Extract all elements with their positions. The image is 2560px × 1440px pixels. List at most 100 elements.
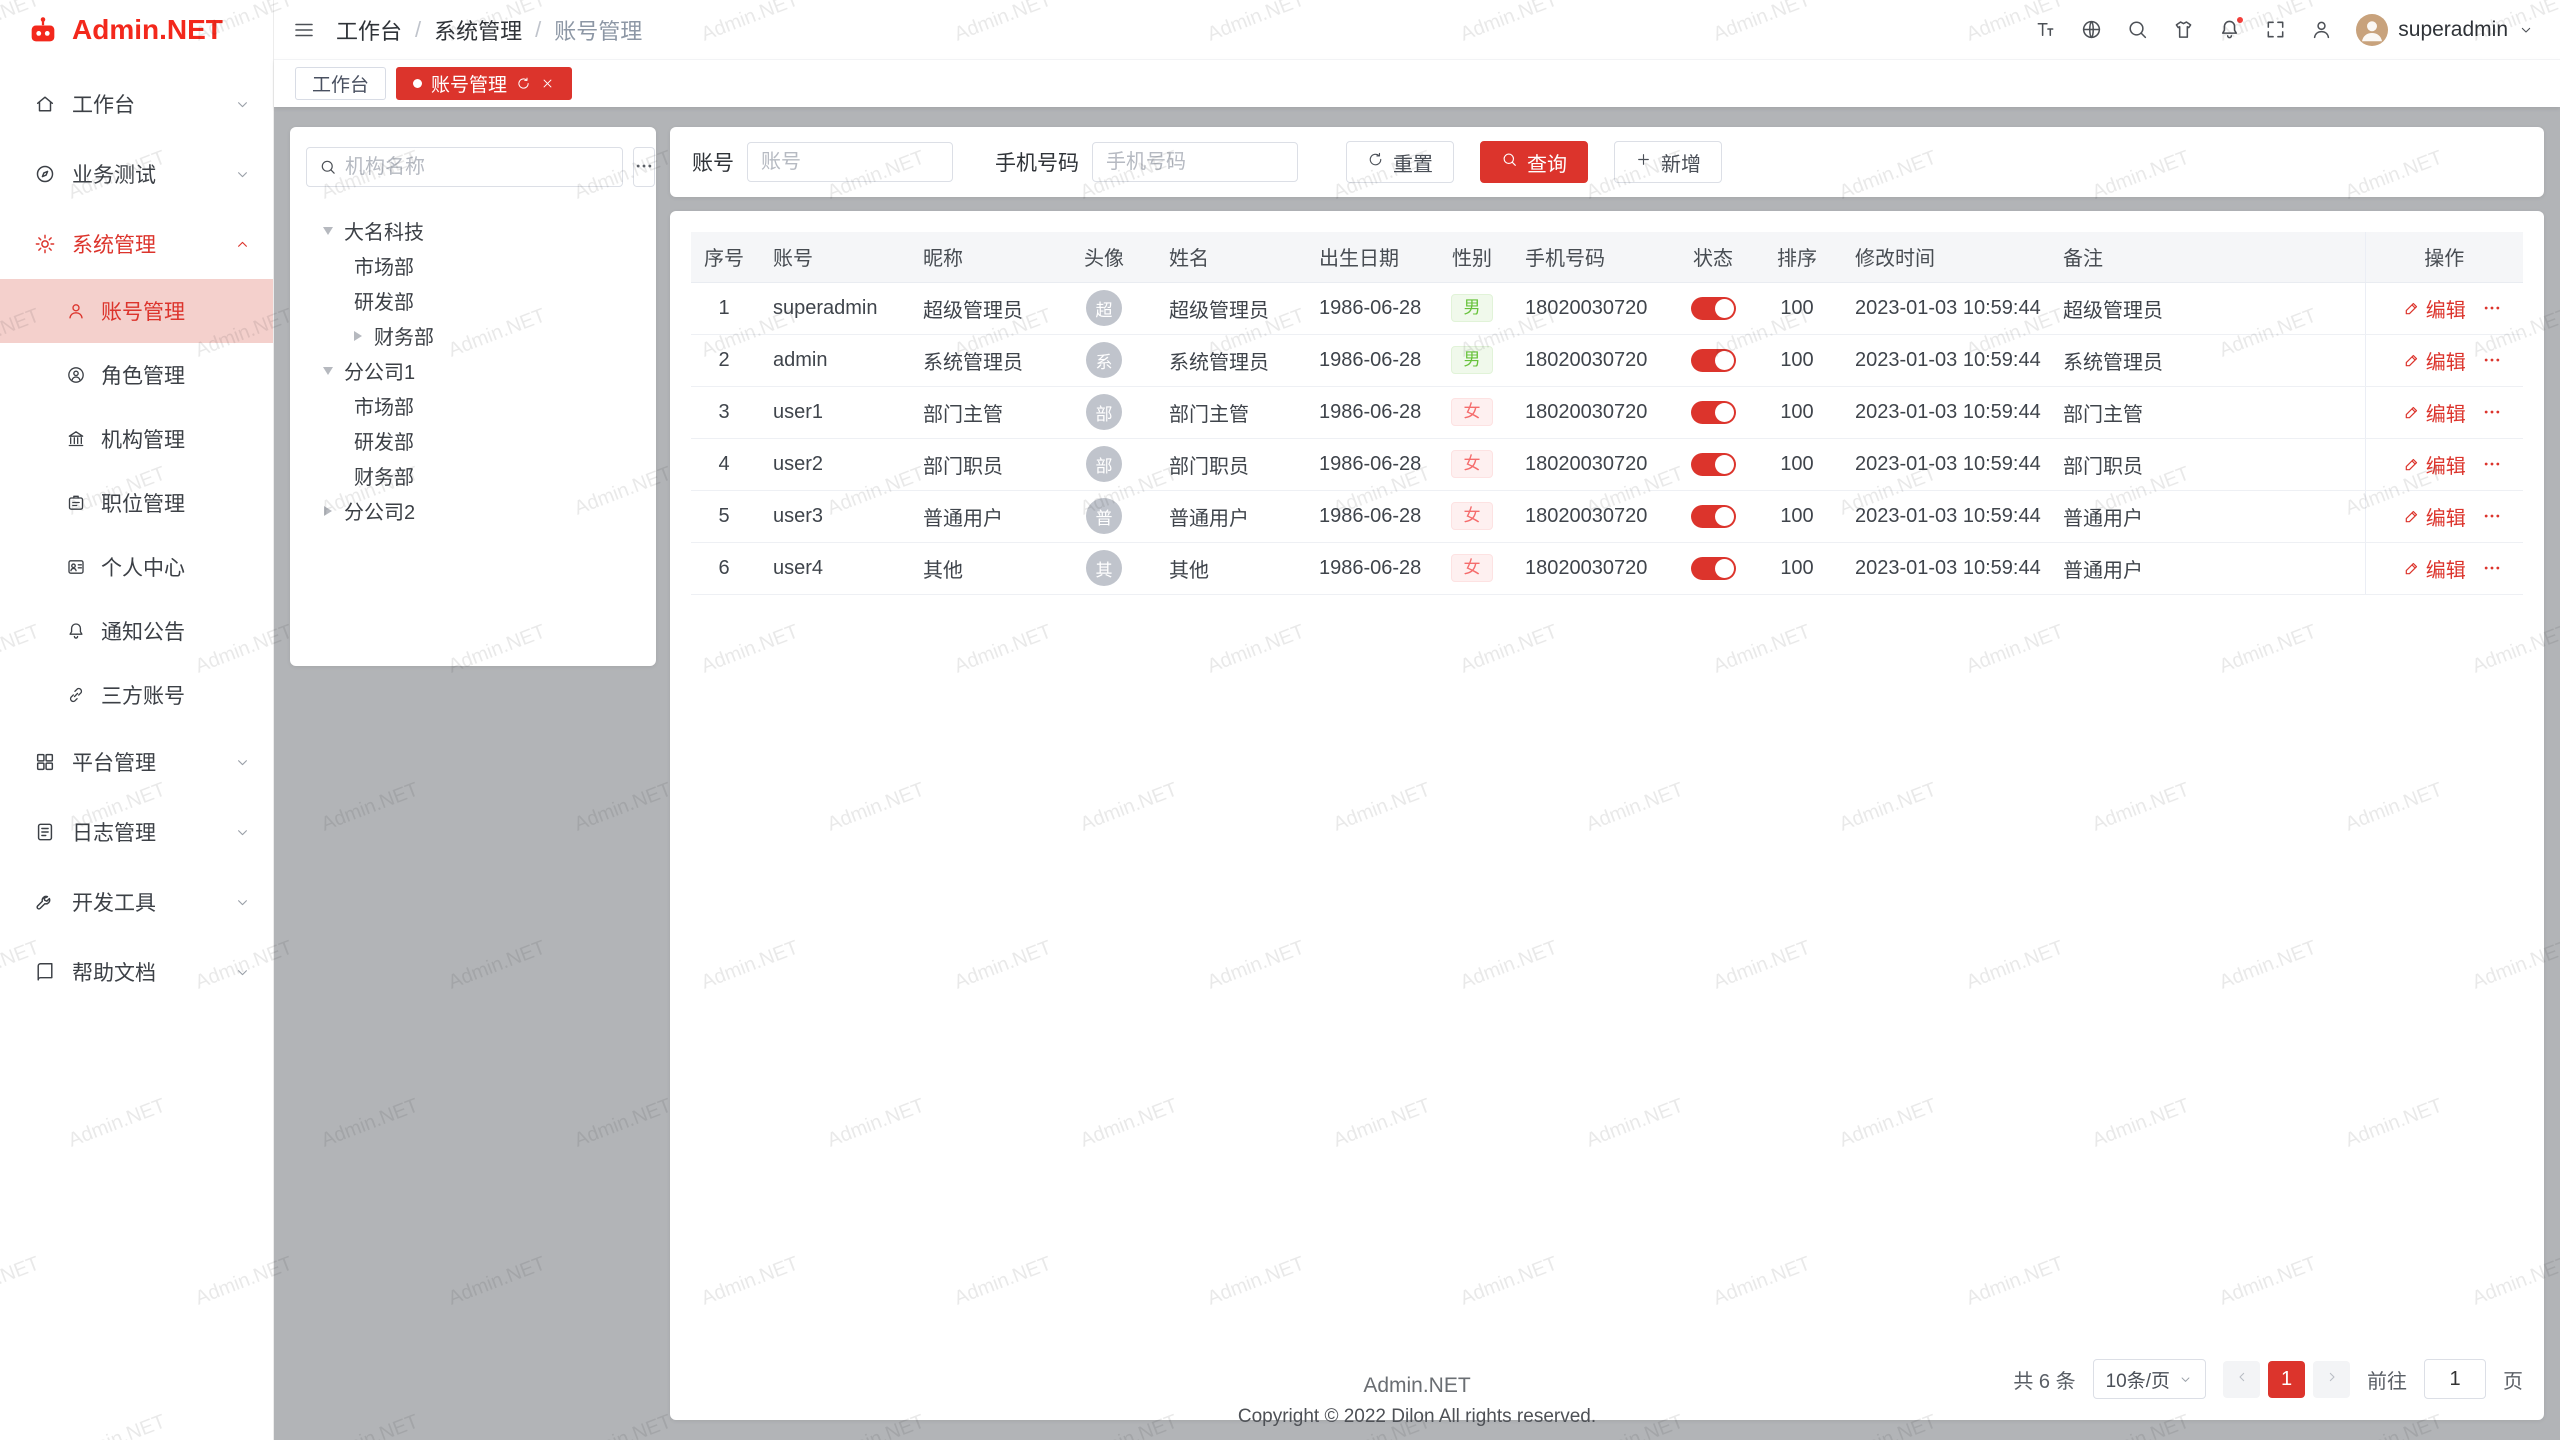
tree-node[interactable]: 分公司2 [306,493,640,528]
font-size-button[interactable] [2034,18,2057,41]
add-button-label: 新增 [1661,148,1701,177]
status-toggle[interactable] [1691,349,1736,372]
cell-nickname: 超级管理员 [907,282,1055,334]
account-filter-input[interactable] [747,142,953,182]
edit-label: 编辑 [2426,294,2466,323]
edit-button[interactable]: 编辑 [2403,294,2466,323]
tab-workbench[interactable]: 工作台 [295,67,386,100]
tab-account-mgmt[interactable]: 账号管理 [396,67,572,100]
tree-node[interactable]: 研发部 [306,423,640,458]
user-button[interactable] [2310,18,2333,41]
row-more-button[interactable] [2482,402,2502,422]
sidebar-item-system-mgmt[interactable]: 系统管理 [0,209,273,279]
tree-node-label: 财务部 [374,321,434,350]
status-toggle[interactable] [1691,401,1736,424]
edit-button[interactable]: 编辑 [2403,450,2466,479]
avatar[interactable] [2356,14,2388,46]
tree-node[interactable]: 大名科技 [306,213,640,248]
status-toggle[interactable] [1691,505,1736,528]
status-toggle[interactable] [1691,297,1736,320]
cell-account: superadmin [757,282,907,334]
gear-icon [34,233,56,255]
status-toggle[interactable] [1691,557,1736,580]
search-button[interactable]: 查询 [1480,141,1588,183]
table-row: 2admin系统管理员系系统管理员1986-06-28男180200307201… [691,334,2523,386]
column-header: 操作 [2365,232,2523,282]
edit-button[interactable]: 编辑 [2403,346,2466,375]
sidebar-item-dev-tools[interactable]: 开发工具 [0,867,273,937]
tree-node[interactable]: 财务部 [306,318,640,353]
caret-icon[interactable] [323,367,333,375]
tree-node[interactable]: 市场部 [306,248,640,283]
notification-button[interactable] [2218,18,2241,41]
sidebar-menu: 工作台业务测试系统管理账号管理角色管理机构管理职位管理个人中心通知公告三方账号平… [0,59,273,1440]
edit-button[interactable]: 编辑 [2403,398,2466,427]
cell-birthday: 1986-06-28 [1303,386,1435,438]
row-more-button[interactable] [2482,506,2502,526]
phone-filter-group: 手机号码 [995,142,1298,182]
row-more-button[interactable] [2482,350,2502,370]
user-icon [2310,18,2333,41]
sidebar-item-position-mgmt[interactable]: 职位管理 [0,471,273,535]
tree-node-label: 市场部 [354,391,414,420]
sidebar-item-org-mgmt[interactable]: 机构管理 [0,407,273,471]
row-more-button[interactable] [2482,454,2502,474]
cell-sort: 100 [1755,490,1839,542]
cell-remark: 部门主管 [2047,386,2365,438]
sidebar-item-account-mgmt[interactable]: 账号管理 [0,279,273,343]
row-more-button[interactable] [2482,558,2502,578]
username[interactable]: superadmin [2398,18,2508,42]
cell-no: 1 [691,282,757,334]
row-more-button[interactable] [2482,298,2502,318]
tree-node[interactable]: 市场部 [306,388,640,423]
column-header: 姓名 [1153,232,1303,282]
caret-icon[interactable] [323,227,333,235]
reset-button[interactable]: 重置 [1346,141,1454,183]
sidebar-item-personal-center[interactable]: 个人中心 [0,535,273,599]
cell-avatar: 部 [1055,438,1153,490]
sidebar-item-role-mgmt[interactable]: 角色管理 [0,343,273,407]
user-menu-caret-icon[interactable] [2518,22,2534,38]
breadcrumb-item[interactable]: 系统管理 [434,14,522,46]
tree-node[interactable]: 财务部 [306,458,640,493]
theme-button[interactable] [2172,18,2195,41]
sidebar-item-third-party-account[interactable]: 三方账号 [0,663,273,727]
tree-node[interactable]: 分公司1 [306,353,640,388]
app-root: Admin.NET 工作台业务测试系统管理账号管理角色管理机构管理职位管理个人中… [0,0,2560,1440]
avatar: 系 [1086,342,1122,378]
locale-button[interactable] [2080,18,2103,41]
add-button[interactable]: 新增 [1614,141,1722,183]
cell-nickname: 普通用户 [907,490,1055,542]
tab-refresh-button[interactable] [516,76,531,91]
sidebar-item-help-docs[interactable]: 帮助文档 [0,937,273,1007]
tree-node[interactable]: 研发部 [306,283,640,318]
sidebar-item-business-test[interactable]: 业务测试 [0,139,273,209]
breadcrumb-item: 账号管理 [554,14,642,46]
status-toggle[interactable] [1691,453,1736,476]
search-button[interactable] [2126,18,2149,41]
cell-phone: 18020030720 [1509,438,1671,490]
edit-button[interactable]: 编辑 [2403,502,2466,531]
sidebar-item-notice[interactable]: 通知公告 [0,599,273,663]
user-menu[interactable]: superadmin [2356,14,2534,46]
phone-filter-input[interactable] [1092,142,1298,182]
breadcrumb-item[interactable]: 工作台 [336,14,402,46]
sidebar-item-workbench[interactable]: 工作台 [0,69,273,139]
caret-icon[interactable] [324,506,332,516]
caret-icon[interactable] [354,331,362,341]
sidebar-item-log-mgmt[interactable]: 日志管理 [0,797,273,867]
edit-button[interactable]: 编辑 [2403,554,2466,583]
sidebar: Admin.NET 工作台业务测试系统管理账号管理角色管理机构管理职位管理个人中… [0,0,274,1440]
sidebar-item-label: 账号管理 [101,296,185,326]
org-more-button[interactable] [633,147,655,187]
column-header: 性别 [1435,232,1509,282]
sidebar-item-label: 三方账号 [101,680,185,710]
logo[interactable]: Admin.NET [0,0,273,59]
menu-toggle-button[interactable] [292,18,316,42]
chevron-down-icon [234,96,251,113]
fullscreen-button[interactable] [2264,18,2287,41]
tab-close-button[interactable] [540,76,555,91]
org-search-input[interactable] [345,156,610,179]
sidebar-item-platform-mgmt[interactable]: 平台管理 [0,727,273,797]
column-header: 排序 [1755,232,1839,282]
